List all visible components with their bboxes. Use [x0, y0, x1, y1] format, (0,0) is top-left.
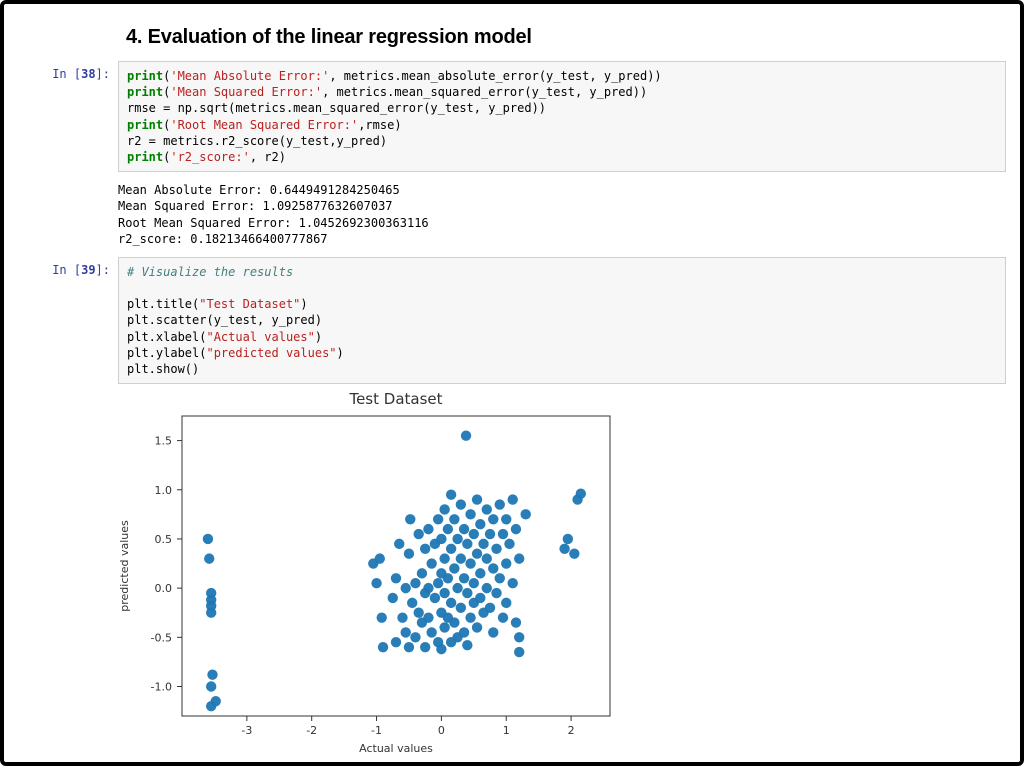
svg-text:-1: -1 [371, 724, 382, 737]
svg-text:1.0: 1.0 [155, 484, 173, 497]
svg-text:0.0: 0.0 [155, 582, 173, 595]
svg-text:0.5: 0.5 [155, 533, 173, 546]
svg-text:Actual values: Actual values [359, 742, 433, 755]
svg-text:1.5: 1.5 [155, 435, 173, 448]
code-input[interactable]: # Visualize the results plt.title("Test … [118, 257, 1006, 384]
svg-text:-3: -3 [241, 724, 252, 737]
svg-text:0: 0 [438, 724, 445, 737]
code-cell-38: In [38]: print('Mean Absolute Error:', m… [18, 61, 1006, 172]
svg-text:1: 1 [503, 724, 510, 737]
section-heading: 4. Evaluation of the linear regression m… [126, 26, 1006, 49]
svg-text:Test Dataset: Test Dataset [348, 390, 442, 408]
notebook-frame: 4. Evaluation of the linear regression m… [0, 0, 1024, 766]
code-cell-39: In [39]: # Visualize the results plt.tit… [18, 257, 1006, 384]
svg-text:predicted values: predicted values [118, 520, 131, 612]
svg-text:2: 2 [568, 724, 575, 737]
scatter-plot: Test Dataset -3 -2 -1 0 1 2 -1.0 -0.5 0.0 0.5 1.0 1.… [110, 388, 640, 758]
scrollbar[interactable] [1010, 4, 1016, 762]
input-prompt: In [39]: [18, 257, 118, 384]
svg-text:-1.0: -1.0 [151, 681, 172, 694]
cell-output-chart: Test Dataset -3 -2 -1 0 1 2 -1.0 -0.5 0.0 0.5 1.0 1.… [110, 388, 1006, 758]
code-input[interactable]: print('Mean Absolute Error:', metrics.me… [118, 61, 1006, 172]
input-prompt: In [38]: [18, 61, 118, 172]
svg-text:-2: -2 [306, 724, 317, 737]
notebook-content: 4. Evaluation of the linear regression m… [4, 4, 1020, 762]
cell-output-text: Mean Absolute Error: 0.6449491284250465 … [110, 174, 1006, 257]
svg-text:-0.5: -0.5 [151, 631, 172, 644]
